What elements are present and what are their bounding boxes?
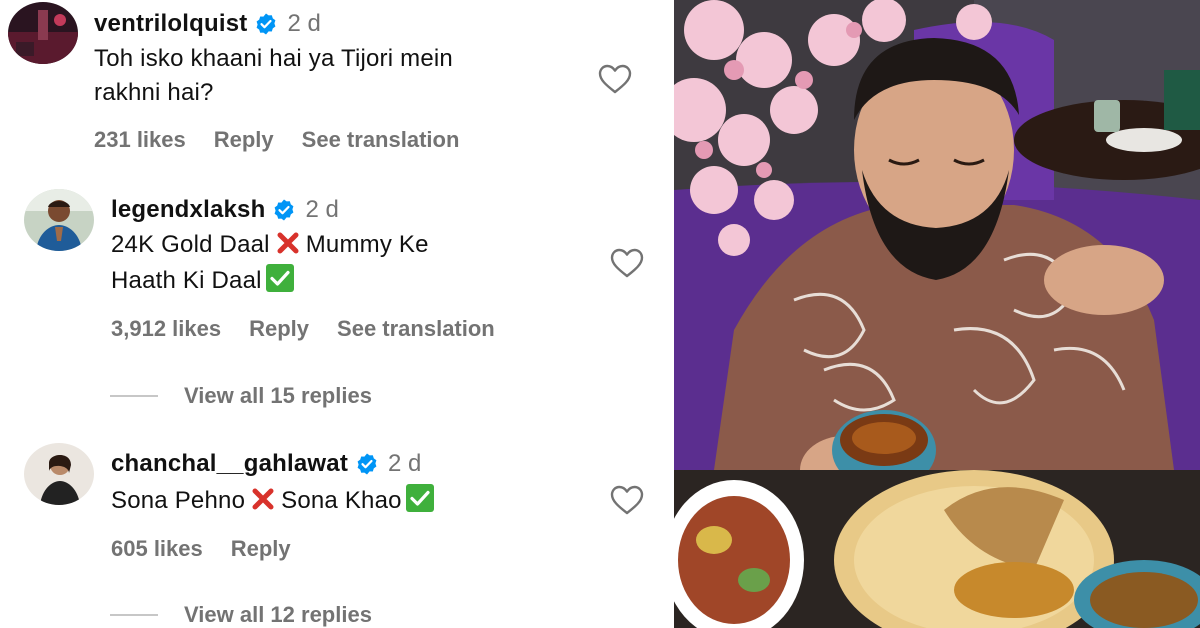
like-heart-icon[interactable] — [610, 485, 644, 515]
reply-button[interactable]: Reply — [231, 536, 291, 562]
comments-panel: ventrilolquist 2 d Toh isko khaani hai y… — [0, 0, 662, 628]
avatar[interactable] — [24, 443, 94, 505]
replies-divider — [110, 614, 158, 616]
comment-text: Sona Pehno Sona Khao — [111, 482, 436, 518]
comment-username[interactable]: chanchal__gahlawat — [111, 450, 348, 478]
likes-count[interactable]: 605 likes — [111, 536, 203, 562]
comment-item: chanchal__gahlawat 2 d Sona Pehno Sona Kh… — [0, 0, 662, 628]
check-mark-button-emoji — [404, 482, 436, 514]
verified-badge-icon — [355, 452, 379, 476]
comment-timestamp: 2 d — [388, 450, 422, 477]
food-video-image — [674, 0, 1200, 628]
avatar-image — [24, 443, 94, 505]
video-frame[interactable] — [674, 0, 1200, 628]
view-replies-button[interactable]: View all 12 replies — [110, 602, 372, 628]
cross-mark-emoji — [251, 487, 275, 511]
